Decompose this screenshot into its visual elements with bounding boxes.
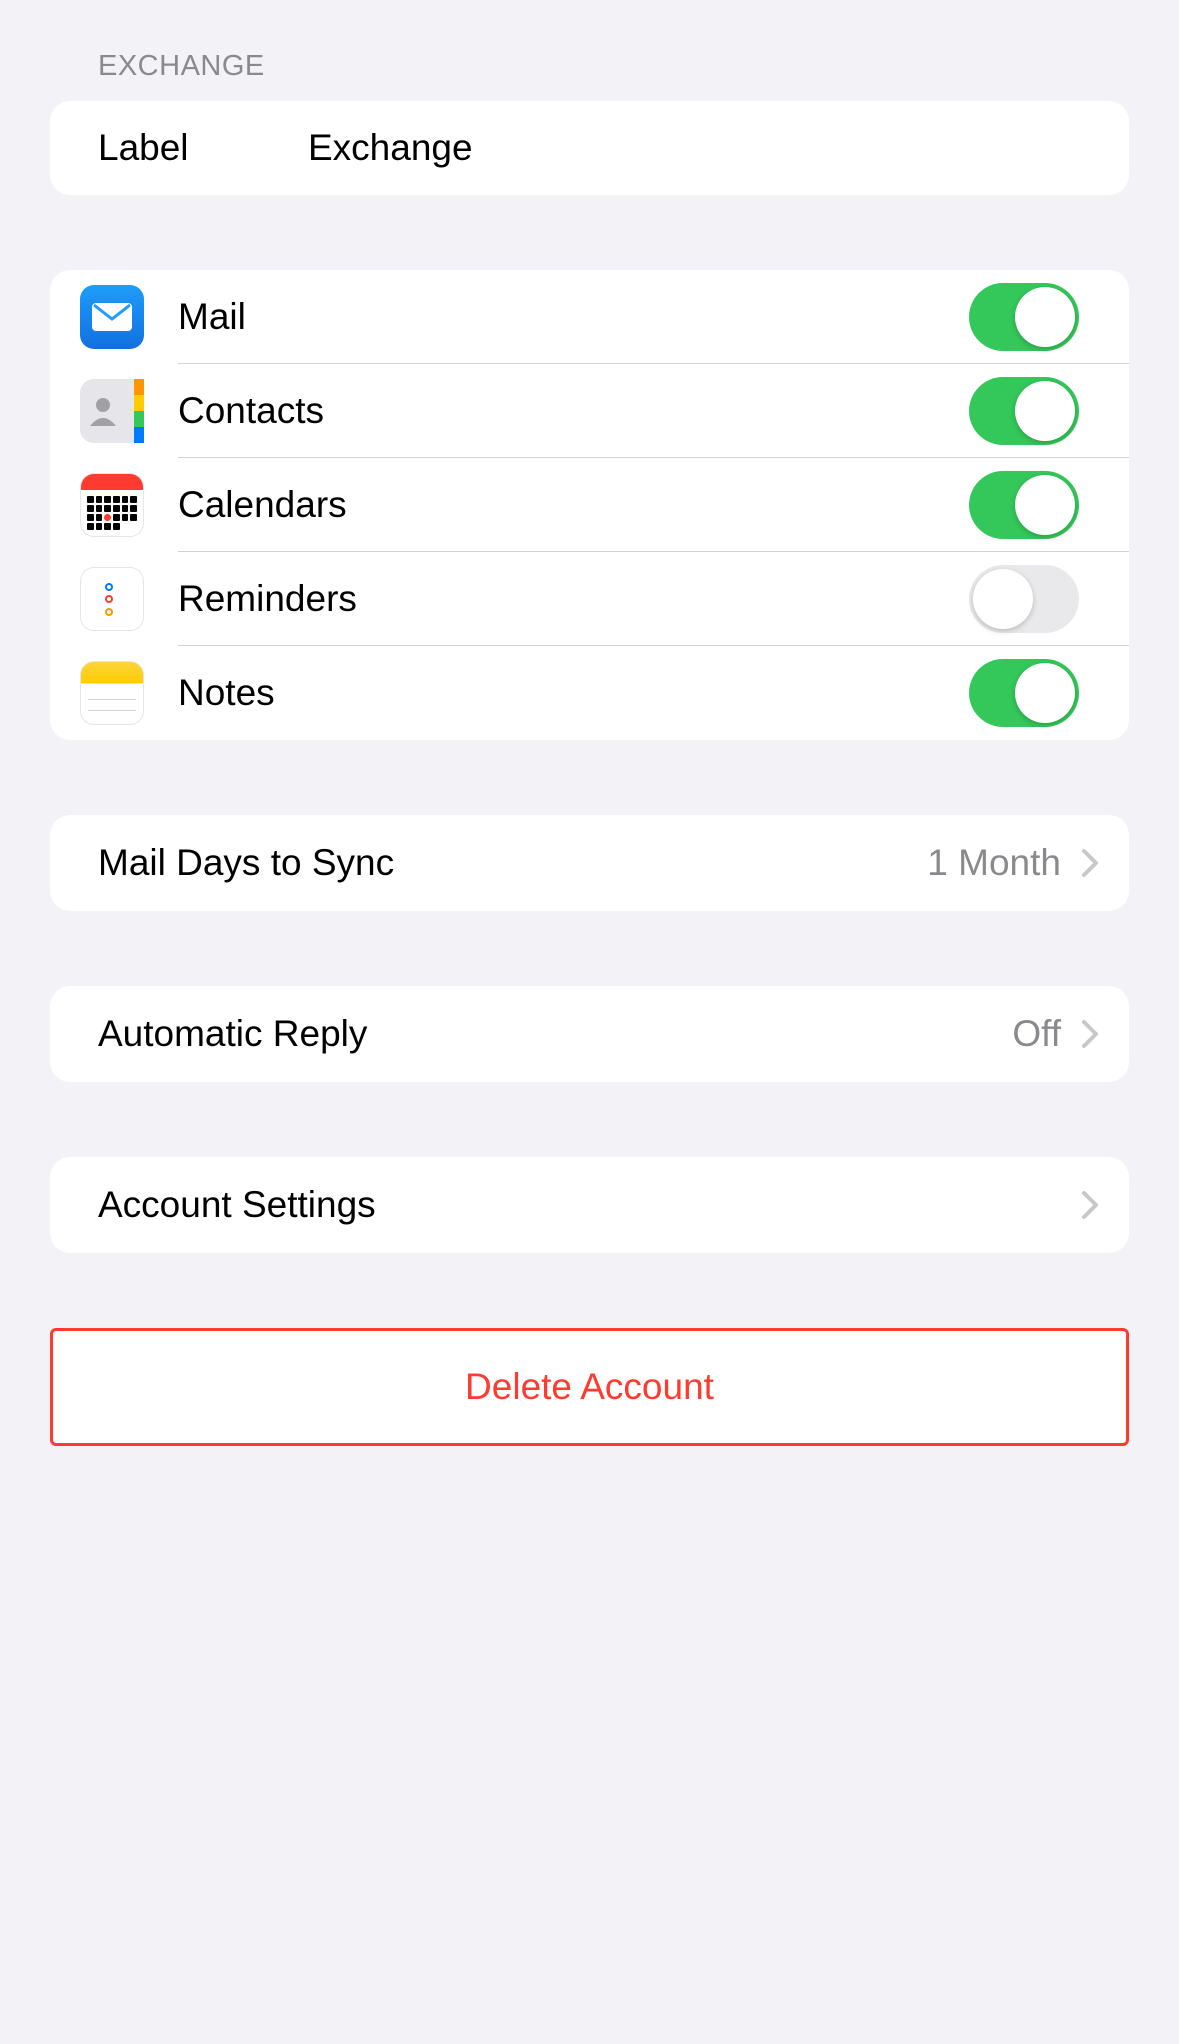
service-label: Mail — [178, 296, 969, 338]
label-card: Label Exchange — [50, 101, 1129, 195]
service-label: Notes — [178, 672, 969, 714]
service-label: Contacts — [178, 390, 969, 432]
automatic-reply-value: Off — [1012, 1013, 1061, 1055]
service-label: Reminders — [178, 578, 969, 620]
service-label: Calendars — [178, 484, 969, 526]
label-row[interactable]: Label Exchange — [50, 101, 1129, 195]
automatic-reply-row[interactable]: Automatic Reply Off — [50, 986, 1129, 1082]
services-card: Mail Contacts Calendars — [50, 270, 1129, 740]
service-row-calendars: Calendars — [50, 458, 1129, 552]
chevron-right-icon — [1081, 1019, 1099, 1049]
chevron-right-icon — [1081, 848, 1099, 878]
account-settings-label: Account Settings — [98, 1184, 1081, 1226]
contacts-icon — [80, 379, 144, 443]
mail-days-card: Mail Days to Sync 1 Month — [50, 815, 1129, 911]
delete-account-button[interactable]: Delete Account — [53, 1331, 1126, 1443]
notes-toggle[interactable] — [969, 659, 1079, 727]
automatic-reply-card: Automatic Reply Off — [50, 986, 1129, 1082]
service-row-reminders: Reminders — [50, 552, 1129, 646]
mail-days-label: Mail Days to Sync — [98, 842, 927, 884]
chevron-right-icon — [1081, 1190, 1099, 1220]
account-settings-row[interactable]: Account Settings — [50, 1157, 1129, 1253]
mail-days-value: 1 Month — [927, 842, 1061, 884]
service-row-contacts: Contacts — [50, 364, 1129, 458]
section-header: Exchange — [98, 50, 1179, 83]
label-value: Exchange — [308, 127, 473, 169]
service-row-mail: Mail — [50, 270, 1129, 364]
mail-toggle[interactable] — [969, 283, 1079, 351]
contacts-toggle[interactable] — [969, 377, 1079, 445]
service-row-notes: Notes — [50, 646, 1129, 740]
calendar-icon — [80, 473, 144, 537]
reminders-toggle[interactable] — [969, 565, 1079, 633]
reminders-icon — [80, 567, 144, 631]
notes-icon — [80, 661, 144, 725]
automatic-reply-label: Automatic Reply — [98, 1013, 1012, 1055]
account-settings-card: Account Settings — [50, 1157, 1129, 1253]
calendars-toggle[interactable] — [969, 471, 1079, 539]
mail-icon — [80, 285, 144, 349]
mail-days-to-sync-row[interactable]: Mail Days to Sync 1 Month — [50, 815, 1129, 911]
delete-account-card: Delete Account — [50, 1328, 1129, 1446]
label-key: Label — [98, 127, 308, 169]
